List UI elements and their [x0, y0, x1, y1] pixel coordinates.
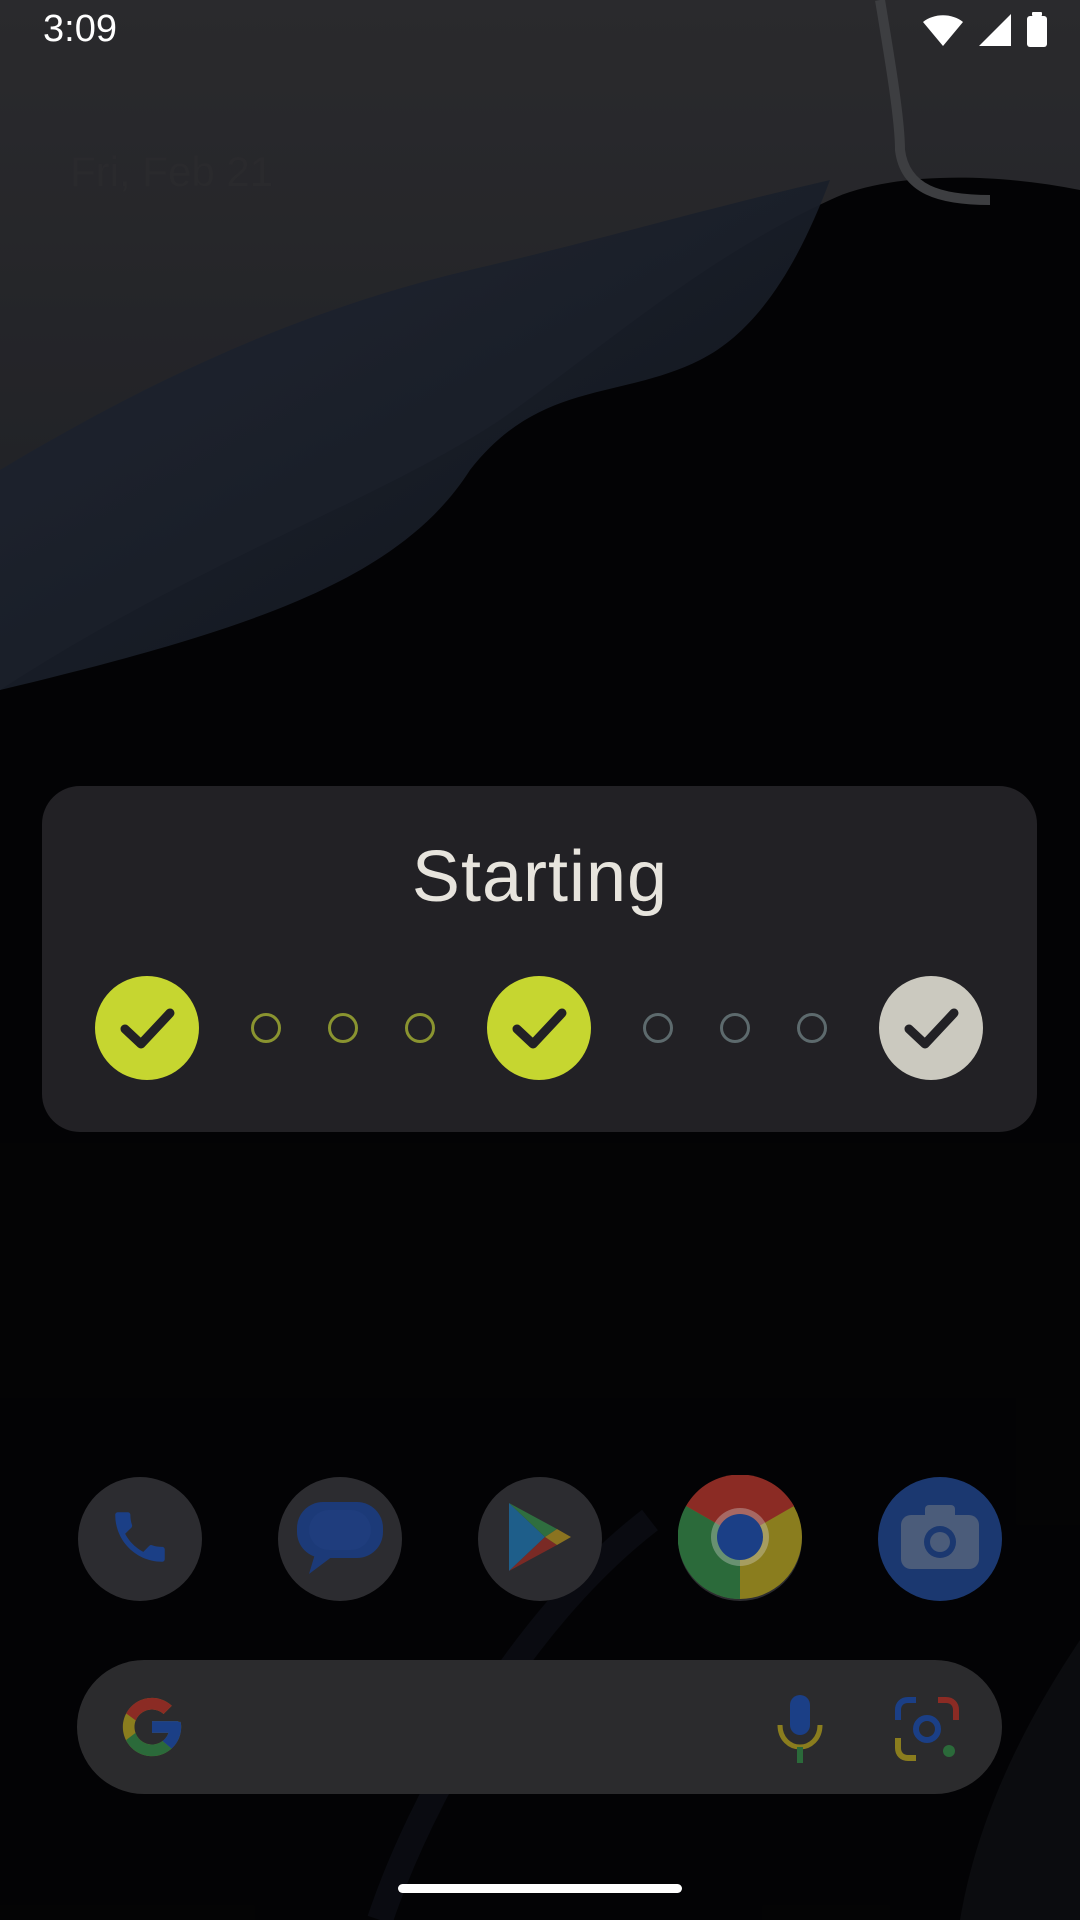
messages-app-button[interactable] [278, 1477, 402, 1601]
signal-icon [978, 13, 1012, 52]
google-search-bar[interactable] [77, 1660, 1002, 1794]
camera-app-button[interactable] [878, 1477, 1002, 1601]
microphone-icon[interactable] [774, 1693, 826, 1770]
step-dot-pending [643, 1013, 673, 1043]
camera-icon [899, 1503, 981, 1576]
wifi-icon [922, 13, 964, 52]
chrome-icon [677, 1473, 802, 1604]
step-dot-done [405, 1013, 435, 1043]
battery-icon [1026, 11, 1048, 53]
step-check-done [487, 976, 591, 1080]
phone-app-button[interactable] [78, 1477, 202, 1601]
google-logo-icon [117, 1692, 187, 1767]
step-dot-pending [797, 1013, 827, 1043]
step-check-pending [879, 976, 983, 1080]
step-dot-done [328, 1013, 358, 1043]
checkmark-icon [120, 1008, 175, 1049]
google-lens-icon[interactable] [894, 1696, 960, 1767]
status-bar: 3:09 [0, 0, 1080, 64]
step-dot-done [251, 1013, 281, 1043]
chrome-app-button[interactable] [677, 1473, 802, 1604]
home-date: Fri, Feb 21 [70, 148, 274, 195]
messages-icon [295, 1498, 385, 1581]
step-check-done [95, 976, 199, 1080]
checkmark-icon [904, 1008, 959, 1049]
status-icons [922, 11, 1048, 53]
status-time: 3:09 [43, 8, 117, 50]
dialog-title: Starting [411, 837, 669, 917]
phone-icon [107, 1504, 173, 1575]
checkmark-icon [512, 1008, 567, 1049]
home-indicator[interactable] [398, 1884, 682, 1893]
step-dot-pending [720, 1013, 750, 1043]
play-store-icon [505, 1499, 575, 1580]
play-store-app-button[interactable] [478, 1477, 602, 1601]
